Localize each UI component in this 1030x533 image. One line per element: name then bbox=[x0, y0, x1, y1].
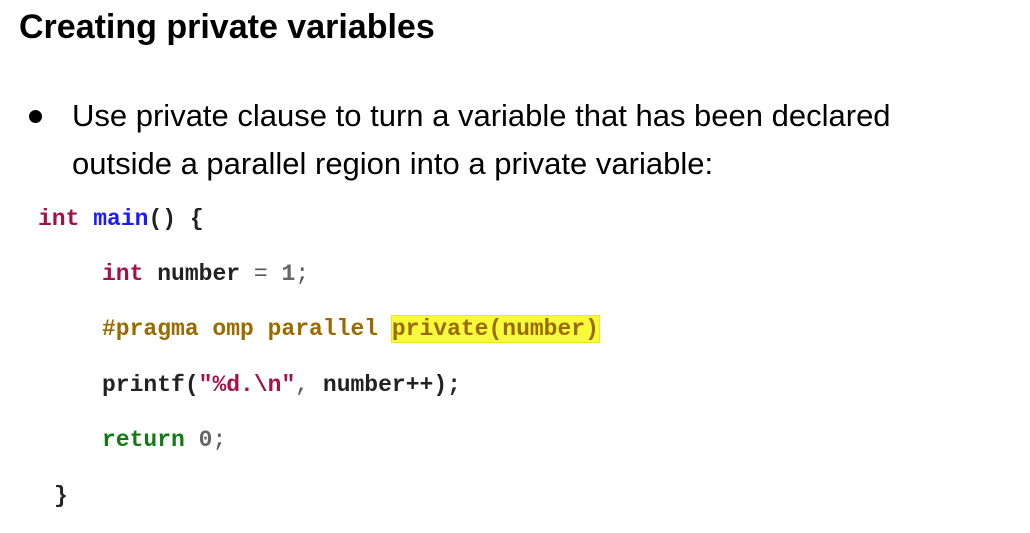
code-comma: , bbox=[295, 372, 310, 398]
code-line-1: int main() { bbox=[38, 204, 204, 234]
code-pragma-directive: #pragma omp parallel bbox=[102, 316, 379, 342]
code-string-literal: "%d.\n" bbox=[198, 372, 296, 398]
code-function-call: printf bbox=[102, 372, 185, 398]
code-semicolon: ; bbox=[212, 427, 227, 453]
bullet-line-2: outside a parallel region into a private… bbox=[72, 146, 714, 181]
bullet-dot-icon bbox=[29, 110, 42, 123]
code-closing-brace: } bbox=[54, 483, 68, 509]
code-line-6: } bbox=[54, 481, 68, 511]
code-operator: = bbox=[253, 261, 268, 287]
bullet-line-1: Use private clause to turn a variable th… bbox=[72, 98, 891, 133]
code-text: () { bbox=[148, 206, 204, 232]
code-highlighted-clause: private(number) bbox=[390, 315, 600, 343]
bullet-text: Use private clause to turn a variable th… bbox=[72, 92, 891, 188]
code-line-2: int number = 1; bbox=[102, 259, 309, 289]
code-line-3: #pragma omp parallel private(number) bbox=[102, 314, 600, 344]
code-identifier: number bbox=[157, 261, 241, 287]
code-return-keyword: return bbox=[102, 427, 185, 453]
code-line-5: return 0; bbox=[102, 425, 226, 455]
code-function-name: main bbox=[93, 206, 149, 232]
code-close: ); bbox=[433, 372, 461, 398]
code-semicolon: ; bbox=[295, 261, 310, 287]
code-type-keyword: int bbox=[102, 261, 144, 287]
code-type-keyword: int bbox=[38, 206, 80, 232]
code-number: 1 bbox=[281, 261, 296, 287]
code-argument: number++ bbox=[322, 372, 434, 398]
code-line-4: printf("%d.\n", number++); bbox=[102, 370, 461, 400]
code-paren: ( bbox=[184, 372, 199, 398]
code-number: 0 bbox=[198, 427, 213, 453]
slide-title: Creating private variables bbox=[19, 8, 435, 46]
